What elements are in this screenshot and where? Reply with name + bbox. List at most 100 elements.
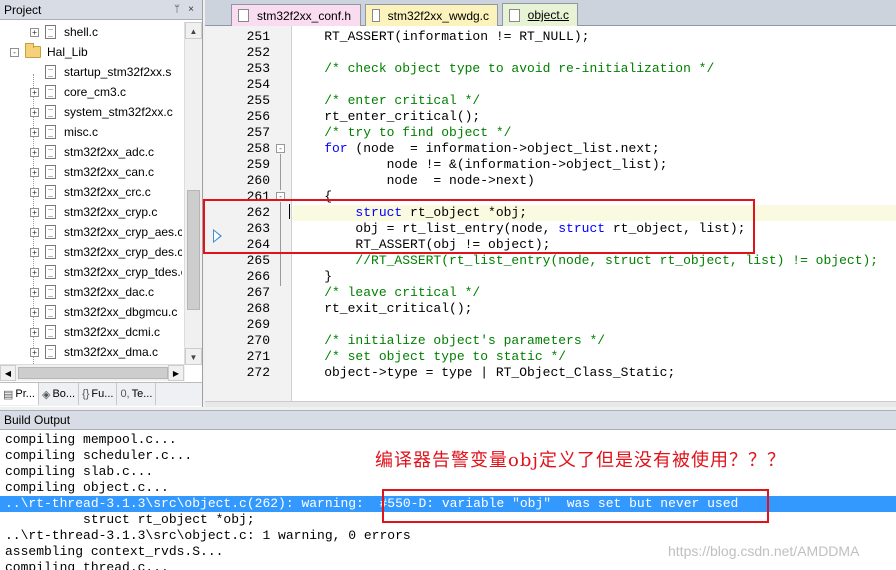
project-tree-horizontal-scrollbar[interactable]: ◀ ▶: [0, 364, 185, 381]
panel-tab[interactable]: 0, Te...: [117, 383, 157, 405]
expand-plus-icon[interactable]: +: [30, 187, 39, 197]
line-number: 258: [246, 141, 270, 156]
tree-item-label: Hal_Lib: [47, 45, 88, 59]
expand-plus-icon[interactable]: +: [30, 127, 39, 137]
editor-tab[interactable]: stm32f2xx_wwdg.c: [365, 4, 498, 26]
code-line[interactable]: /* initialize object's parameters */: [293, 333, 896, 349]
tree-file-item[interactable]: + core_cm3.c: [0, 82, 182, 102]
project-panel-tabs: ▤ Pr... ◈ Bo...{} Fu... 0, Te...: [0, 382, 202, 406]
pin-icon[interactable]: ᛘ: [170, 3, 184, 17]
expand-plus-icon[interactable]: +: [30, 87, 39, 97]
code-line[interactable]: for (node = information->object_list.nex…: [293, 141, 896, 157]
tree-file-item[interactable]: + stm32f2xx_dcmi.c: [0, 322, 182, 342]
tree-file-item[interactable]: + stm32f2xx_dbgmcu.c: [0, 302, 182, 322]
code-line[interactable]: RT_ASSERT(information != RT_NULL);: [293, 29, 896, 45]
line-number: 259: [246, 157, 270, 172]
code-token: (node = information->object_list.next;: [347, 141, 660, 156]
code-line[interactable]: //RT_ASSERT(rt_list_entry(node, struct r…: [293, 253, 896, 269]
code-token: object->type = type | RT_Object_Class_St…: [293, 365, 676, 380]
code-token: RT_ASSERT(information != RT_NULL);: [293, 29, 590, 44]
panel-tab-icon: {}: [82, 388, 90, 400]
code-line[interactable]: }: [293, 269, 896, 285]
panel-tab-icon: 0,: [120, 388, 130, 400]
tree-file-item[interactable]: + stm32f2xx_adc.c: [0, 142, 182, 162]
tree-file-item[interactable]: + stm32f2xx_cryp.c: [0, 202, 182, 222]
scroll-left-arrow-icon[interactable]: ◀: [0, 365, 16, 381]
project-panel: Project ᛘ × + shell.c - Hal_Lib startup_stm3…: [0, 0, 203, 407]
tree-file-item[interactable]: startup_stm32f2xx.s: [0, 62, 182, 82]
tree-item-label: stm32f2xx_dcmi.c: [64, 325, 161, 339]
line-number: 253: [246, 61, 270, 76]
editor-tab-label: stm32f2xx_wwdg.c: [387, 8, 489, 23]
code-line[interactable]: /* set object type to static */: [293, 349, 896, 365]
scrollbar-thumb[interactable]: [18, 367, 168, 379]
tree-file-item[interactable]: + shell.c: [0, 22, 182, 42]
code-token: /* set object type to static */: [293, 349, 567, 364]
file-icon: [238, 9, 249, 22]
fold-collapse-icon[interactable]: -: [276, 144, 285, 153]
code-token: /* leave critical */: [293, 285, 481, 300]
editor-tab[interactable]: stm32f2xx_conf.h: [231, 4, 361, 26]
panel-tab[interactable]: ▤ Pr...: [0, 383, 39, 405]
tree-item-label: stm32f2xx_cryp_tdes.c: [64, 265, 182, 279]
close-icon[interactable]: ×: [184, 3, 198, 17]
expand-plus-icon[interactable]: +: [30, 167, 39, 177]
expand-plus-icon[interactable]: +: [30, 267, 39, 277]
code-line[interactable]: [293, 77, 896, 93]
code-line[interactable]: object->type = type | RT_Object_Class_St…: [293, 365, 896, 381]
expand-plus-icon[interactable]: +: [30, 327, 39, 337]
code-line[interactable]: /* leave critical */: [293, 285, 896, 301]
panel-tab[interactable]: {} Fu...: [79, 383, 118, 405]
scroll-up-arrow-icon[interactable]: ▲: [185, 22, 202, 39]
project-tree-vertical-scrollbar[interactable]: ▲ ▼: [184, 22, 202, 365]
scroll-down-arrow-icon[interactable]: ▼: [185, 348, 202, 365]
line-number: 254: [246, 77, 270, 92]
code-line[interactable]: [293, 45, 896, 61]
code-line[interactable]: rt_enter_critical();: [293, 109, 896, 125]
expand-plus-icon[interactable]: +: [30, 287, 39, 297]
editor-horizontal-scrollbar[interactable]: [205, 401, 896, 407]
tree-file-item[interactable]: + stm32f2xx_dma.c: [0, 342, 182, 362]
warning-highlight-box: [382, 489, 769, 523]
tree-file-item[interactable]: + stm32f2xx_cryp_aes.c: [0, 222, 182, 242]
code-line[interactable]: [293, 317, 896, 333]
tree-file-item[interactable]: + stm32f2xx_can.c: [0, 162, 182, 182]
code-line[interactable]: rt_exit_critical();: [293, 301, 896, 317]
project-panel-header: Project ᛘ ×: [0, 0, 202, 20]
tree-file-item[interactable]: + system_stm32f2xx.c: [0, 102, 182, 122]
expand-plus-icon[interactable]: +: [30, 147, 39, 157]
file-icon: [45, 345, 56, 359]
expand-plus-icon[interactable]: +: [30, 207, 39, 217]
expand-plus-icon[interactable]: +: [30, 347, 39, 357]
tree-file-item[interactable]: + stm32f2xx_crc.c: [0, 182, 182, 202]
line-number: 260: [246, 173, 270, 188]
scroll-right-arrow-icon[interactable]: ▶: [168, 365, 184, 381]
code-line[interactable]: node != &(information->object_list);: [293, 157, 896, 173]
build-output-line[interactable]: ..\rt-thread-3.1.3\src\object.c: 1 warni…: [0, 528, 896, 544]
code-line[interactable]: /* try to find object */: [293, 125, 896, 141]
code-line[interactable]: /* check object type to avoid re-initial…: [293, 61, 896, 77]
project-panel-title: Project: [4, 2, 42, 17]
collapse-minus-icon[interactable]: -: [10, 47, 19, 57]
code-token: /* enter critical */: [293, 93, 481, 108]
code-token: /* check object type to avoid re-initial…: [293, 61, 715, 76]
expand-plus-icon[interactable]: +: [30, 107, 39, 117]
expand-plus-icon[interactable]: +: [30, 27, 39, 37]
tree-file-item[interactable]: + stm32f2xx_dac.c: [0, 282, 182, 302]
build-output-line[interactable]: compiling thread.c...: [0, 560, 896, 570]
tree-file-item[interactable]: + misc.c: [0, 122, 182, 142]
expand-plus-icon[interactable]: +: [30, 307, 39, 317]
tree-folder-item[interactable]: - Hal_Lib: [0, 42, 182, 62]
expand-plus-icon[interactable]: +: [30, 247, 39, 257]
scrollbar-thumb[interactable]: [187, 190, 200, 310]
code-line[interactable]: node = node->next): [293, 173, 896, 189]
watermark: https://blog.csdn.net/AMDDMA: [668, 543, 860, 559]
editor-tab[interactable]: object.c: [502, 3, 578, 26]
tree-item-label: core_cm3.c: [64, 85, 127, 99]
expand-plus-icon[interactable]: +: [30, 227, 39, 237]
tree-file-item[interactable]: + stm32f2xx_cryp_des.c: [0, 242, 182, 262]
code-line[interactable]: /* enter critical */: [293, 93, 896, 109]
tree-file-item[interactable]: + stm32f2xx_cryp_tdes.c: [0, 262, 182, 282]
file-icon: [372, 9, 380, 22]
panel-tab[interactable]: ◈ Bo...: [39, 383, 80, 405]
